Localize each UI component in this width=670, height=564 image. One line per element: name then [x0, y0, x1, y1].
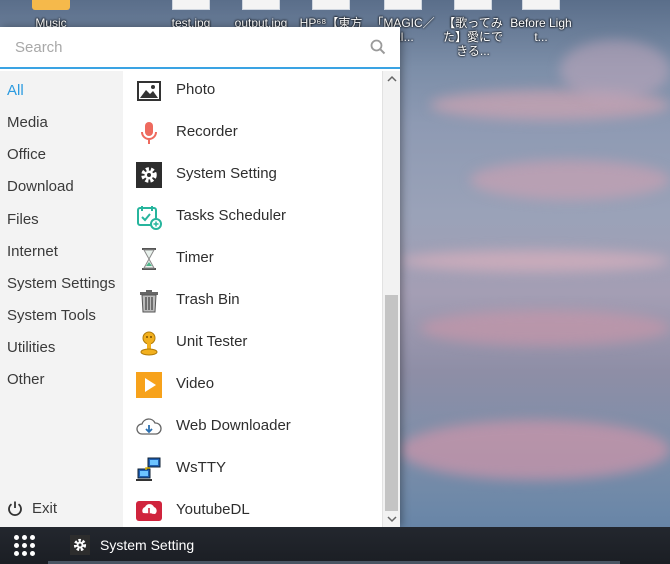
category-system-settings[interactable]: System Settings: [0, 270, 123, 298]
category-utilities[interactable]: Utilities: [0, 334, 123, 362]
trash-icon: [140, 290, 158, 313]
cloud-download-icon: [136, 418, 162, 435]
taskbar-item-label: System Setting: [100, 537, 195, 553]
app-list-scrollbar[interactable]: [382, 71, 400, 527]
gear-icon: [136, 162, 162, 188]
youtube-download-icon: [136, 501, 162, 521]
app-item-photo[interactable]: Photo: [123, 71, 382, 111]
app-name: Unit Tester: [176, 333, 248, 350]
app-name: Recorder: [176, 123, 238, 140]
app-item-unit-tester[interactable]: Unit Tester: [123, 321, 382, 363]
desktop-icon-video-4[interactable]: Before Light...: [506, 0, 576, 44]
video-file-icon: [522, 0, 560, 10]
app-item-video[interactable]: Video: [123, 363, 382, 405]
photo-icon: [137, 81, 161, 101]
desktop-icon-output-jpg[interactable]: output.jpg: [226, 0, 296, 30]
start-menu: All Media Office Download Files Internet…: [0, 27, 400, 527]
video-file-icon: [454, 0, 492, 10]
video-file-icon: [312, 0, 350, 10]
app-item-trash-bin[interactable]: Trash Bin: [123, 279, 382, 321]
microphone-icon: [141, 122, 157, 144]
search-icon[interactable]: [370, 39, 386, 55]
app-name: Tasks Scheduler: [176, 207, 287, 224]
app-item-system-setting[interactable]: System Setting: [123, 153, 382, 195]
video-file-icon: [384, 0, 422, 10]
app-item-tasks-scheduler[interactable]: Tasks Scheduler: [123, 195, 382, 237]
app-item-web-downloader[interactable]: Web Downloader: [123, 405, 382, 447]
calendar-icon: [137, 206, 162, 230]
app-name: System Setting: [176, 165, 277, 182]
app-item-wstty[interactable]: WsTTY: [123, 447, 382, 489]
chevron-up-icon[interactable]: [386, 73, 398, 85]
gear-icon: [70, 535, 90, 555]
taskbar: System Setting: [0, 527, 670, 564]
desktop-icon-test-jpg[interactable]: test.jpg: [156, 0, 226, 30]
category-other[interactable]: Other: [0, 366, 123, 394]
search-input[interactable]: [0, 27, 360, 67]
app-item-youtubedl[interactable]: YoutubeDL: [123, 489, 382, 527]
desktop-icon-label: 【歌ってみた】愛にできる...: [442, 16, 503, 58]
exit-button[interactable]: Exit: [0, 497, 123, 521]
app-name: Timer: [176, 249, 214, 266]
app-name: WsTTY: [176, 459, 226, 476]
chevron-down-icon[interactable]: [386, 513, 398, 525]
app-item-recorder[interactable]: Recorder: [123, 111, 382, 153]
app-name: YoutubeDL: [176, 501, 250, 518]
power-icon: [8, 501, 22, 516]
scrollbar-thumb[interactable]: [385, 295, 398, 511]
app-item-timer[interactable]: Timer: [123, 237, 382, 279]
folder-icon: [32, 0, 70, 10]
image-file-icon: [242, 0, 280, 10]
category-system-tools[interactable]: System Tools: [0, 302, 123, 330]
app-grid-icon[interactable]: [14, 535, 36, 557]
category-sidebar: All Media Office Download Files Internet…: [0, 71, 123, 527]
app-name: Trash Bin: [176, 291, 240, 308]
desktop-icon-video-3[interactable]: 【歌ってみた】愛にできる...: [438, 0, 508, 58]
app-name: Web Downloader: [176, 417, 291, 434]
category-download[interactable]: Download: [0, 173, 123, 201]
unit-tester-icon: [140, 331, 158, 356]
category-office[interactable]: Office: [0, 141, 123, 169]
category-files[interactable]: Files: [0, 206, 123, 234]
desktop-icon-label: Before Light...: [510, 16, 572, 44]
network-terminal-icon: [136, 457, 161, 481]
play-icon: [136, 372, 162, 398]
category-internet[interactable]: Internet: [0, 238, 123, 266]
image-file-icon: [172, 0, 210, 10]
app-name: Photo: [176, 81, 216, 98]
desktop-icon-music[interactable]: Music: [16, 0, 86, 30]
app-list: Photo Recorder System Setting Tasks Sche…: [123, 71, 382, 527]
exit-label: Exit: [32, 500, 58, 517]
search-bar: [0, 27, 400, 69]
category-all[interactable]: All: [0, 77, 123, 105]
app-name: Video: [176, 375, 215, 392]
hourglass-icon: [142, 248, 156, 270]
category-media[interactable]: Media: [0, 109, 123, 137]
